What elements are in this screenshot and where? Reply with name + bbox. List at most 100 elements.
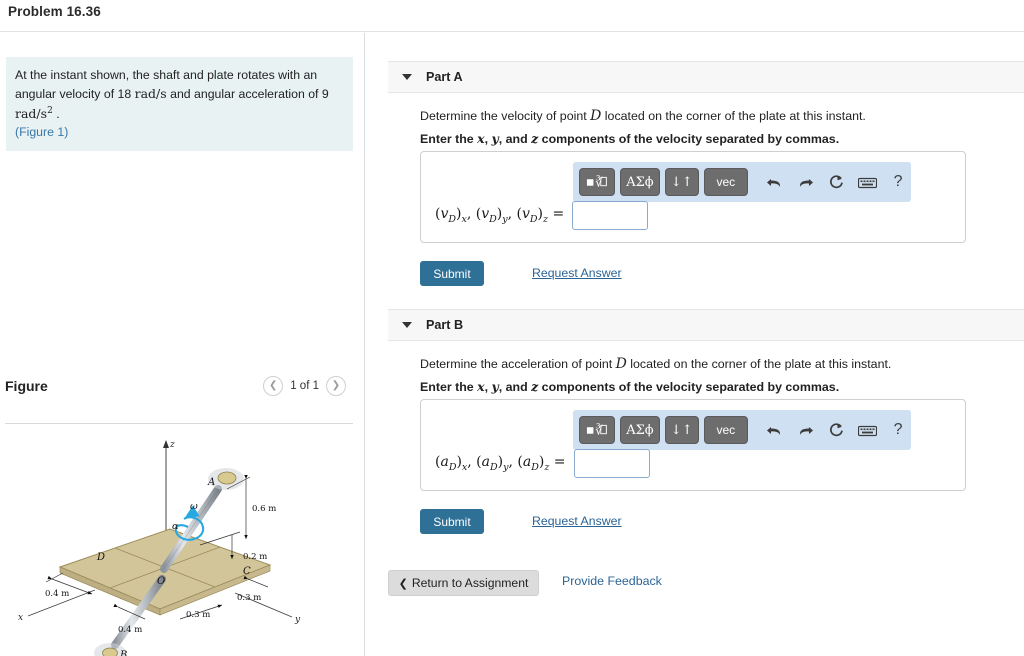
template-button[interactable]: ∛ [579,168,616,196]
problem-text-2: and angular acceleration of 9 [166,86,329,101]
omega-unit: rad/s [134,85,167,101]
part-b-question-pre: Determine the acceleration of point [420,357,616,371]
part-a-instr-post: components of the velocity separated by … [538,132,840,146]
problem-text-3: . [52,107,60,122]
figure-label-omega: ω [190,501,198,512]
caret-down-icon[interactable] [402,74,412,80]
redo-icon[interactable] [792,417,818,443]
figure-label-A: A [207,477,215,488]
greek-symbols-button[interactable]: ΑΣϕ [620,168,660,196]
chevron-right-icon: ❯ [331,380,341,391]
return-to-assignment-label: Return to Assignment [411,576,529,590]
top-header-bar: Problem 16.36 [0,0,1024,32]
template-icon: ∛ [586,175,607,190]
keyboard-icon[interactable] [854,417,880,443]
part-a-label: Part A [426,70,463,84]
part-a-request-answer-link[interactable]: Request Answer [532,266,622,280]
sort-arrows-button[interactable]: ↓↑ [664,416,699,444]
help-icon[interactable]: ? [885,169,911,195]
part-b-instr-m2: , and [498,380,532,394]
problem-page: Problem 16.36 At the instant shown, the … [0,0,1024,656]
figure-image[interactable]: z x y A B O C D ω α 0.6 m 0.2 m 0.4 m 0.… [0,427,364,656]
part-b-question-post: located on the corner of the plate at th… [626,357,892,371]
figure-1-link[interactable]: (Figure 1) [15,125,68,139]
part-b-instr-m1: , [484,380,492,394]
part-a-question-var: D [590,108,602,124]
redo-icon[interactable] [792,169,818,195]
figure-divider [5,423,353,424]
undo-icon[interactable] [761,417,787,443]
column-divider [364,33,365,656]
figure-header: Figure ❮ 1 of 1 ❯ [0,371,364,405]
sort-arrows-button[interactable]: ↓↑ [664,168,699,196]
figure-counter: 1 of 1 [290,380,319,392]
part-a-instr-y: y [491,131,499,146]
template-button[interactable]: ∛ [579,416,616,444]
part-b-math-toolbar: ∛ ΑΣϕ ↓↑ vec ? [573,410,911,450]
shaft-plate-diagram-svg: z x y A B O C D ω α 0.6 m 0.2 m 0.4 m 0.… [18,440,301,656]
part-b-answer-box: ∛ ΑΣϕ ↓↑ vec ? (aD)x, (aD)y, (aD)z = [420,399,966,491]
part-b-submit-button[interactable]: Submit [420,509,484,534]
part-b-question-var: D [615,356,627,372]
figure-next-button[interactable]: ❯ [326,376,346,396]
greek-symbols-button[interactable]: ΑΣϕ [620,416,660,444]
part-a-submit-button[interactable]: Submit [420,261,484,286]
chevron-left-icon: ❮ [398,577,408,590]
figure-label-C: C [243,566,251,577]
figure-dim-0-6: 0.6 m [252,504,276,514]
left-panel: At the instant shown, the shaft and plat… [0,33,364,656]
keyboard-icon[interactable] [854,169,880,195]
provide-feedback-link[interactable]: Provide Feedback [562,574,662,588]
part-a-instr-x: x [477,131,485,146]
part-b-answer-label: (aD)x, (aD)y, (aD)z = [435,454,566,473]
figure-dim-0-4-bottom: 0.4 m [118,625,142,635]
figure-label-B: B [119,650,127,656]
part-b-answer-row: (aD)x, (aD)y, (aD)z = [435,449,650,478]
caret-down-icon[interactable] [402,322,412,328]
problem-statement-box: At the instant shown, the shaft and plat… [6,57,353,152]
part-a-answer-input[interactable] [572,201,649,230]
part-b-question: Determine the acceleration of point D lo… [420,356,891,372]
part-b-instr-pre: Enter the [420,380,478,394]
part-a-question-pre: Determine the velocity of point [420,109,591,123]
reset-icon[interactable] [823,169,849,195]
part-a-instr-m1: , [484,132,492,146]
problem-statement-text: At the instant shown, the shaft and plat… [15,67,343,141]
part-a-answer-row: (vD)x, (vD)y, (vD)z = [435,201,649,230]
part-b-instruction: Enter the x, y, and z components of the … [420,379,839,394]
part-a-math-toolbar: ∛ ΑΣϕ ↓↑ vec ? [573,162,911,202]
svg-text:∛: ∛ [595,423,603,438]
part-a-instr-m2: , and [498,132,532,146]
part-a-instruction: Enter the x, y, and z components of the … [420,131,839,146]
undo-icon[interactable] [761,169,787,195]
chevron-left-icon: ❮ [269,380,278,391]
help-icon[interactable]: ? [885,417,911,443]
part-a-question: Determine the velocity of point D locate… [420,108,866,124]
figure-dim-0-4-left: 0.4 m [45,589,69,599]
part-a-answer-label: (vD)x, (vD)y, (vD)z = [435,206,565,225]
figure-label-y: y [294,615,301,625]
page-title: Problem 16.36 [8,4,101,19]
vec-button[interactable]: vec [703,416,748,444]
part-a-header[interactable]: Part A [388,61,1024,93]
part-b-instr-post: components of the velocity separated by … [538,380,840,394]
figure-label-z: z [169,440,175,450]
figure-label-x: x [18,613,23,623]
part-a-instr-pre: Enter the [420,132,478,146]
part-a-answer-box: ∛ ΑΣϕ ↓↑ vec ? (vD)x, (vD)y, (vD)z = [420,151,966,243]
part-a-question-post: located on the corner of the plate at th… [601,109,866,123]
template-icon: ∛ [586,423,607,438]
part-b-answer-input[interactable] [573,449,650,478]
return-to-assignment-button[interactable]: ❮ Return to Assignment [388,570,539,596]
figure-dim-0-3-right: 0.3 m [237,593,261,603]
figure-prev-button[interactable]: ❮ [263,376,284,396]
figure-pager: ❮ 1 of 1 ❯ [263,376,346,396]
part-b-header[interactable]: Part B [388,309,1024,341]
main-content: Part A Determine the velocity of point D… [366,33,1024,656]
figure-label-D: D [96,552,105,563]
reset-icon[interactable] [823,417,849,443]
vec-button[interactable]: vec [703,168,748,196]
alpha-unit: rad/s2 [15,106,53,122]
part-b-request-answer-link[interactable]: Request Answer [532,514,622,528]
figure-dim-0-3-lower: 0.3 m [186,610,210,620]
